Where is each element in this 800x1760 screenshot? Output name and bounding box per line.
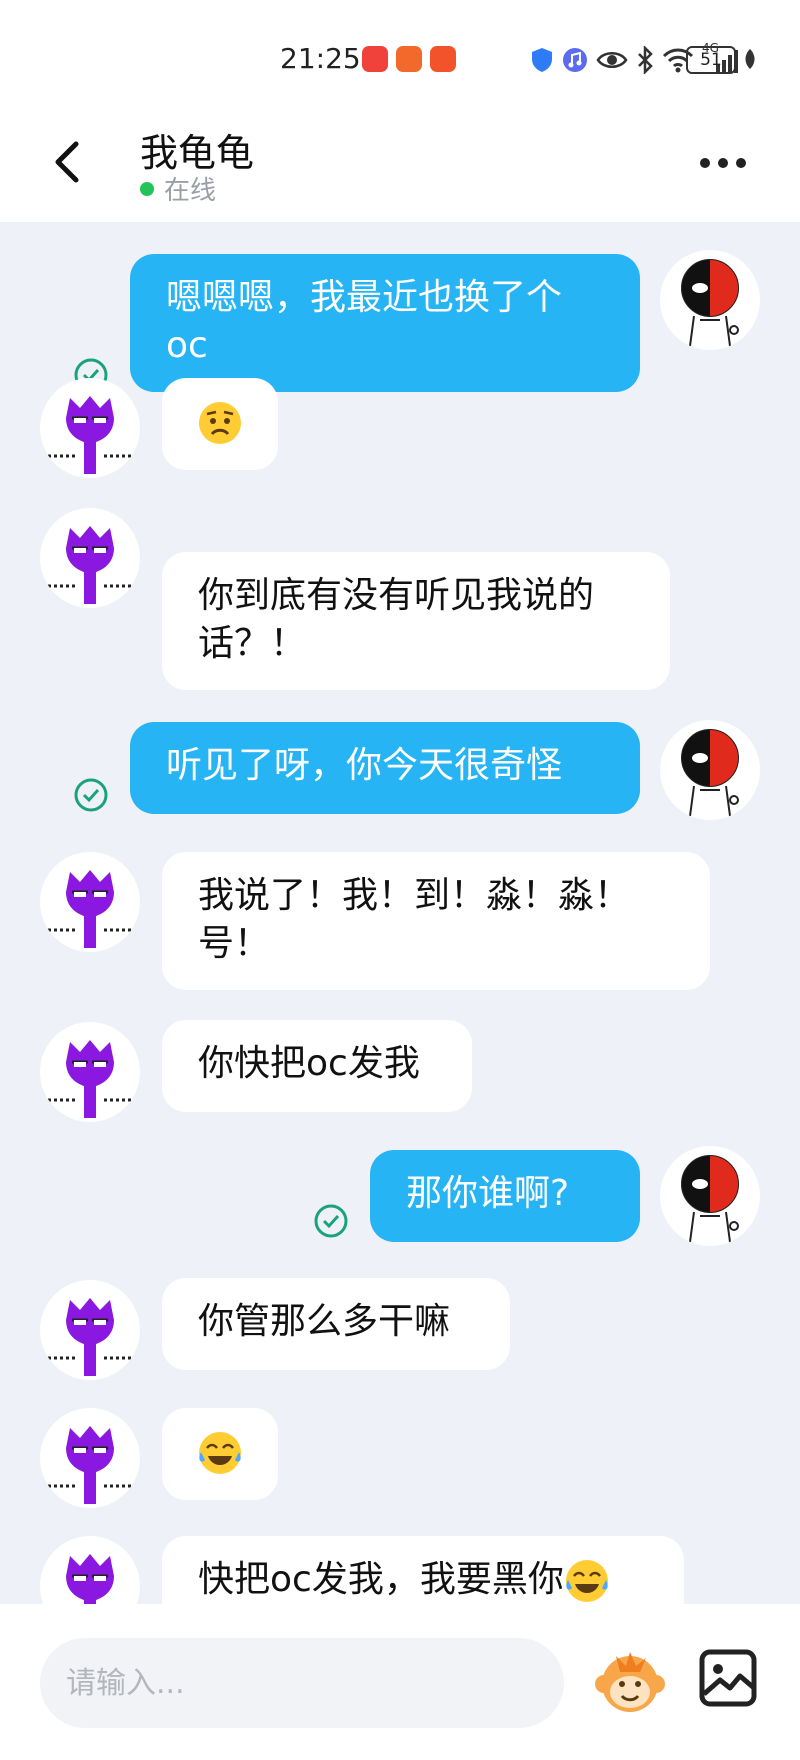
- contact-avatar-image: [66, 1554, 114, 1604]
- message-text: 号！: [198, 923, 271, 964]
- message-bubble[interactable]: 你管那么多干嘛: [162, 1278, 510, 1370]
- message-text: 我说了！我！到！淼！淼！: [198, 875, 631, 916]
- message-text: 听见了呀，你今天很奇怪: [166, 745, 563, 786]
- avatar-contact[interactable]: [40, 1408, 140, 1508]
- message-input[interactable]: [40, 1638, 564, 1728]
- contact-avatar-image: [48, 1040, 132, 1118]
- message-bubble[interactable]: 快把oc发我，我要黑你: [162, 1536, 684, 1604]
- message-text: 那你谁啊?: [406, 1173, 570, 1214]
- back-button[interactable]: [48, 138, 88, 186]
- more-dot-icon: [700, 158, 710, 168]
- leaf-icon: [745, 49, 755, 69]
- message-bubble[interactable]: 听见了呀，你今天很奇怪: [130, 722, 640, 814]
- message-bubble[interactable]: 你快把oc发我: [162, 1020, 472, 1112]
- message-text: oc: [166, 325, 208, 366]
- avatar-self[interactable]: [660, 1146, 760, 1246]
- avatar-self[interactable]: [660, 250, 760, 350]
- chat-header: 我龟龟 在线: [0, 110, 800, 220]
- shield-icon: [532, 48, 552, 72]
- app-notification-icon: [362, 46, 388, 72]
- more-button[interactable]: [700, 148, 760, 178]
- bluetooth-icon: [638, 46, 653, 74]
- self-avatar-image: [681, 259, 739, 347]
- message-bubble[interactable]: [162, 1408, 278, 1500]
- avatar-self[interactable]: [660, 720, 760, 820]
- tears-of-joy-face-icon: [199, 1432, 241, 1474]
- message-text: 快把oc发我，我要黑你: [198, 1559, 564, 1600]
- input-bar: [0, 1604, 800, 1760]
- avatar-contact[interactable]: [40, 378, 140, 478]
- image-icon: [699, 1649, 757, 1707]
- self-avatar-image: [681, 729, 739, 817]
- tears-of-joy-face-icon: [565, 1560, 608, 1602]
- read-check-icon: [314, 1204, 348, 1238]
- sticker-monkey-icon: [595, 1652, 665, 1712]
- avatar-contact[interactable]: [40, 1022, 140, 1122]
- message-list[interactable]: 嗯嗯嗯，我最近也换了个 oc 你到底有没有听见我说的 话？！ 听见了呀，你今天很…: [0, 222, 800, 1604]
- contact-avatar-image: [48, 526, 132, 604]
- message-bubble[interactable]: 那你谁啊?: [370, 1150, 640, 1242]
- avatar-contact[interactable]: [40, 852, 140, 952]
- chevron-left-icon: [55, 141, 79, 183]
- contact-avatar-image: [48, 396, 132, 474]
- more-dot-icon: [736, 158, 746, 168]
- music-icon: [563, 48, 587, 72]
- app-notification-icon: [396, 46, 422, 72]
- message-text: 话？！: [198, 623, 307, 664]
- message-text: 你到底有没有听见我说的: [198, 575, 595, 616]
- avatar-contact[interactable]: [40, 1536, 140, 1604]
- chat-title: 我龟龟: [140, 131, 255, 175]
- message-bubble[interactable]: 嗯嗯嗯，我最近也换了个 oc: [130, 254, 640, 392]
- message-text: 嗯嗯嗯，我最近也换了个: [166, 277, 563, 318]
- status-time: 21:25: [280, 42, 361, 75]
- message-bubble[interactable]: 你到底有没有听见我说的 话？！: [162, 552, 670, 690]
- message-text: 你快把oc发我: [198, 1043, 420, 1084]
- more-dot-icon: [718, 158, 728, 168]
- message-bubble[interactable]: [162, 378, 278, 470]
- avatar-contact[interactable]: [40, 1280, 140, 1380]
- message-bubble[interactable]: 我说了！我！到！淼！淼！ 号！: [162, 852, 710, 990]
- image-button[interactable]: [698, 1648, 758, 1708]
- status-bar: 21:25 4G 51: [0, 30, 800, 90]
- self-avatar-image: [681, 1155, 739, 1243]
- app-notification-icon: [430, 46, 456, 72]
- sticker-button[interactable]: [592, 1644, 668, 1720]
- read-check-icon: [74, 778, 108, 812]
- avatar-contact[interactable]: [40, 508, 140, 608]
- contact-avatar-image: [48, 1298, 132, 1376]
- online-status: 在线: [164, 176, 217, 206]
- top-bar: 21:25 4G 51 我龟龟 在线: [0, 0, 800, 222]
- message-text: 你管那么多干嘛: [198, 1301, 451, 1342]
- worried-face-icon: [199, 402, 241, 444]
- online-dot: [140, 182, 154, 196]
- contact-avatar-image: [48, 870, 132, 948]
- battery-indicator: 51: [686, 46, 736, 74]
- contact-avatar-image: [48, 1426, 132, 1504]
- eye-icon: [596, 52, 628, 68]
